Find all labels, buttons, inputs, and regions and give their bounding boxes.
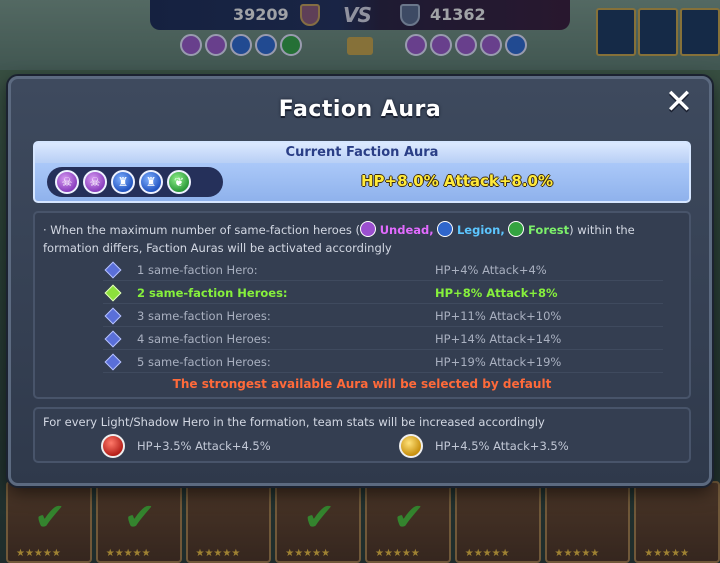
undead-label: Undead, [379, 223, 434, 237]
aura-rules-description: · When the maximum number of same-factio… [43, 221, 685, 257]
dialog-title: Faction Aura [278, 97, 442, 122]
tier-label: 4 same-faction Heroes: [137, 332, 271, 346]
shadow-bonus-stat: HP+3.5% Attack+4.5% [137, 439, 271, 453]
tier-stat: HP+11% Attack+10% [435, 309, 562, 323]
tier-stat: HP+19% Attack+19% [435, 355, 562, 369]
current-aura-heading: Current Faction Aura [35, 143, 689, 163]
diamond-bullet-icon [104, 330, 122, 348]
light-icon [399, 434, 423, 458]
aura-tier-row: 4 same-faction Heroes: HP+14% Attack+14% [103, 328, 663, 350]
tier-stat: HP+14% Attack+14% [435, 332, 562, 346]
undead-icon: ☠ [83, 170, 107, 194]
tier-stat: HP+8% Attack+8% [435, 286, 558, 300]
diamond-bullet-icon [104, 307, 122, 325]
light-shadow-description: For every Light/Shadow Hero in the forma… [43, 415, 545, 429]
tier-label: 1 same-faction Hero: [137, 263, 258, 277]
aura-tier-row: 1 same-faction Hero: HP+4% Attack+4% [103, 259, 663, 281]
diamond-bullet-icon [104, 353, 122, 371]
shadow-bonus: HP+3.5% Attack+4.5% [101, 434, 271, 458]
close-button[interactable]: ✕ [663, 85, 695, 119]
forest-icon [508, 221, 525, 237]
diamond-bullet-icon [104, 284, 122, 302]
undead-icon: ☠ [55, 170, 79, 194]
shadow-icon [101, 434, 125, 458]
rules-desc-prefix: · When the maximum number of same-factio… [43, 223, 361, 237]
default-aura-note: The strongest available Aura will be sel… [172, 377, 552, 391]
light-shadow-panel: For every Light/Shadow Hero in the forma… [33, 407, 691, 463]
tier-label: 2 same-faction Heroes: [137, 286, 288, 300]
tier-label: 3 same-faction Heroes: [137, 309, 271, 323]
legion-icon: ♜ [139, 170, 163, 194]
undead-icon [360, 221, 377, 237]
tier-label: 5 same-faction Heroes: [137, 355, 271, 369]
aura-tier-row: 5 same-faction Heroes: HP+19% Attack+19% [103, 351, 663, 373]
aura-tier-row-active: 2 same-faction Heroes: HP+8% Attack+8% [103, 282, 663, 304]
aura-tier-row: 3 same-faction Heroes: HP+11% Attack+10% [103, 305, 663, 327]
forest-label: Forest [528, 223, 570, 237]
legion-icon: ♜ [111, 170, 135, 194]
tier-stat: HP+4% Attack+4% [435, 263, 547, 277]
diamond-bullet-icon [104, 261, 122, 279]
legion-icon [437, 221, 454, 237]
light-bonus: HP+4.5% Attack+3.5% [399, 434, 569, 458]
legion-label: Legion, [456, 223, 505, 237]
current-aura-stats: HP+8.0% Attack+8.0% [360, 172, 554, 190]
faction-aura-dialog: Faction Aura ✕ Current Faction Aura ☠ ☠ … [8, 76, 712, 486]
current-faction-icons: ☠ ☠ ♜ ♜ ❦ [47, 167, 223, 197]
aura-rules-panel: · When the maximum number of same-factio… [33, 211, 691, 399]
forest-icon: ❦ [167, 170, 191, 194]
current-aura-panel: Current Faction Aura ☠ ☠ ♜ ♜ ❦ HP+8.0% A… [33, 141, 691, 203]
light-bonus-stat: HP+4.5% Attack+3.5% [435, 439, 569, 453]
